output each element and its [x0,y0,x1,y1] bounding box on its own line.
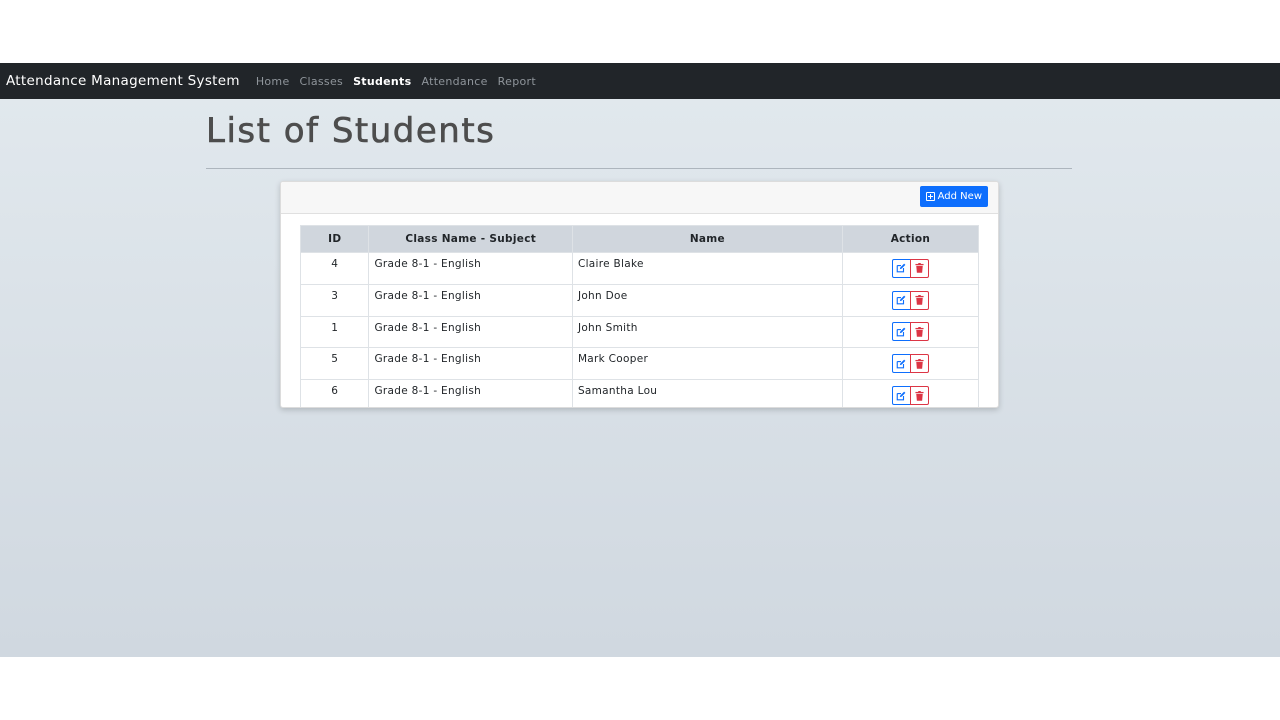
cell-id: 5 [299,347,370,381]
cell-class-subject: Grade 8-1 - English [368,252,573,285]
cell-name: John Doe [571,283,843,317]
delete-button[interactable] [909,386,929,406]
cell-name: Claire Blake [571,252,843,285]
page-title: List of Students [206,111,496,152]
cell-class-subject: Grade 8-1 - English [368,283,573,317]
edit-icon [897,359,906,369]
row-action-group [848,258,973,278]
cell-id: 1 [299,315,370,349]
students-table: ID Class Name - Subject Name Action 4 Gr… [299,225,980,407]
edit-button[interactable] [891,290,911,310]
row-action-group [848,290,973,310]
delete-button[interactable] [909,322,929,342]
row-action-group [848,322,973,342]
cell-class-subject: Grade 8-1 - English [368,379,573,407]
cell-action [841,347,980,381]
header-action: Action [841,225,980,253]
table-header-row: ID Class Name - Subject Name Action [299,225,980,253]
trash-icon [915,295,924,305]
nav-link-students[interactable]: Students [353,75,411,88]
brand-link[interactable]: Attendance Management System [6,73,240,89]
trash-icon [915,390,924,401]
edit-icon [897,391,906,400]
nav-link-home[interactable]: Home [256,75,290,88]
cell-name: John Smith [571,315,843,349]
students-card: Add New ID Class Name - Subject Name Act… [280,181,999,408]
plus-square-icon [925,192,935,201]
card-header: Add New [281,182,998,214]
table-row: 4 Grade 8-1 - English Claire Blake [299,252,980,285]
nav-link-classes[interactable]: Classes [300,75,344,88]
table-row: 5 Grade 8-1 - English Mark Cooper [299,347,980,381]
header-name[interactable]: Name [571,225,843,253]
add-new-label: Add New [937,191,982,202]
row-action-group [848,386,973,406]
trash-icon [915,263,924,274]
nav-link-attendance[interactable]: Attendance [421,75,487,88]
edit-icon [897,327,906,337]
edit-button[interactable] [891,258,911,278]
edit-icon [897,295,906,305]
row-action-group [848,354,973,374]
cell-class-subject: Grade 8-1 - English [368,315,573,349]
cell-name: Mark Cooper [571,347,843,381]
cell-name: Samantha Lou [571,379,843,407]
delete-button[interactable] [909,258,929,278]
table-row: 3 Grade 8-1 - English John Doe [299,283,980,317]
edit-button[interactable] [891,354,911,374]
delete-button[interactable] [909,354,929,374]
add-new-button[interactable]: Add New [919,186,988,207]
edit-button[interactable] [891,322,911,342]
edit-icon [897,264,906,273]
cell-action [841,252,980,285]
delete-button[interactable] [909,290,929,310]
nav-link-report[interactable]: Report [498,75,536,88]
trash-icon [915,358,924,369]
edit-button[interactable] [891,386,911,406]
cell-action [841,315,980,349]
title-divider [206,168,1072,169]
top-navbar: Attendance Management System Home Classe… [0,63,1280,99]
cell-id: 6 [299,379,370,407]
cell-action [841,379,980,407]
header-id[interactable]: ID [299,225,370,253]
app-frame: Attendance Management System Home Classe… [0,63,1280,657]
cell-id: 3 [299,283,370,317]
cell-id: 4 [299,252,370,285]
table-row: 6 Grade 8-1 - English Samantha Lou [299,379,980,407]
cell-action [841,283,980,317]
cell-class-subject: Grade 8-1 - English [368,347,573,381]
trash-icon [915,326,924,337]
header-class-subject[interactable]: Class Name - Subject [368,225,573,253]
table-row: 1 Grade 8-1 - English John Smith [299,315,980,349]
